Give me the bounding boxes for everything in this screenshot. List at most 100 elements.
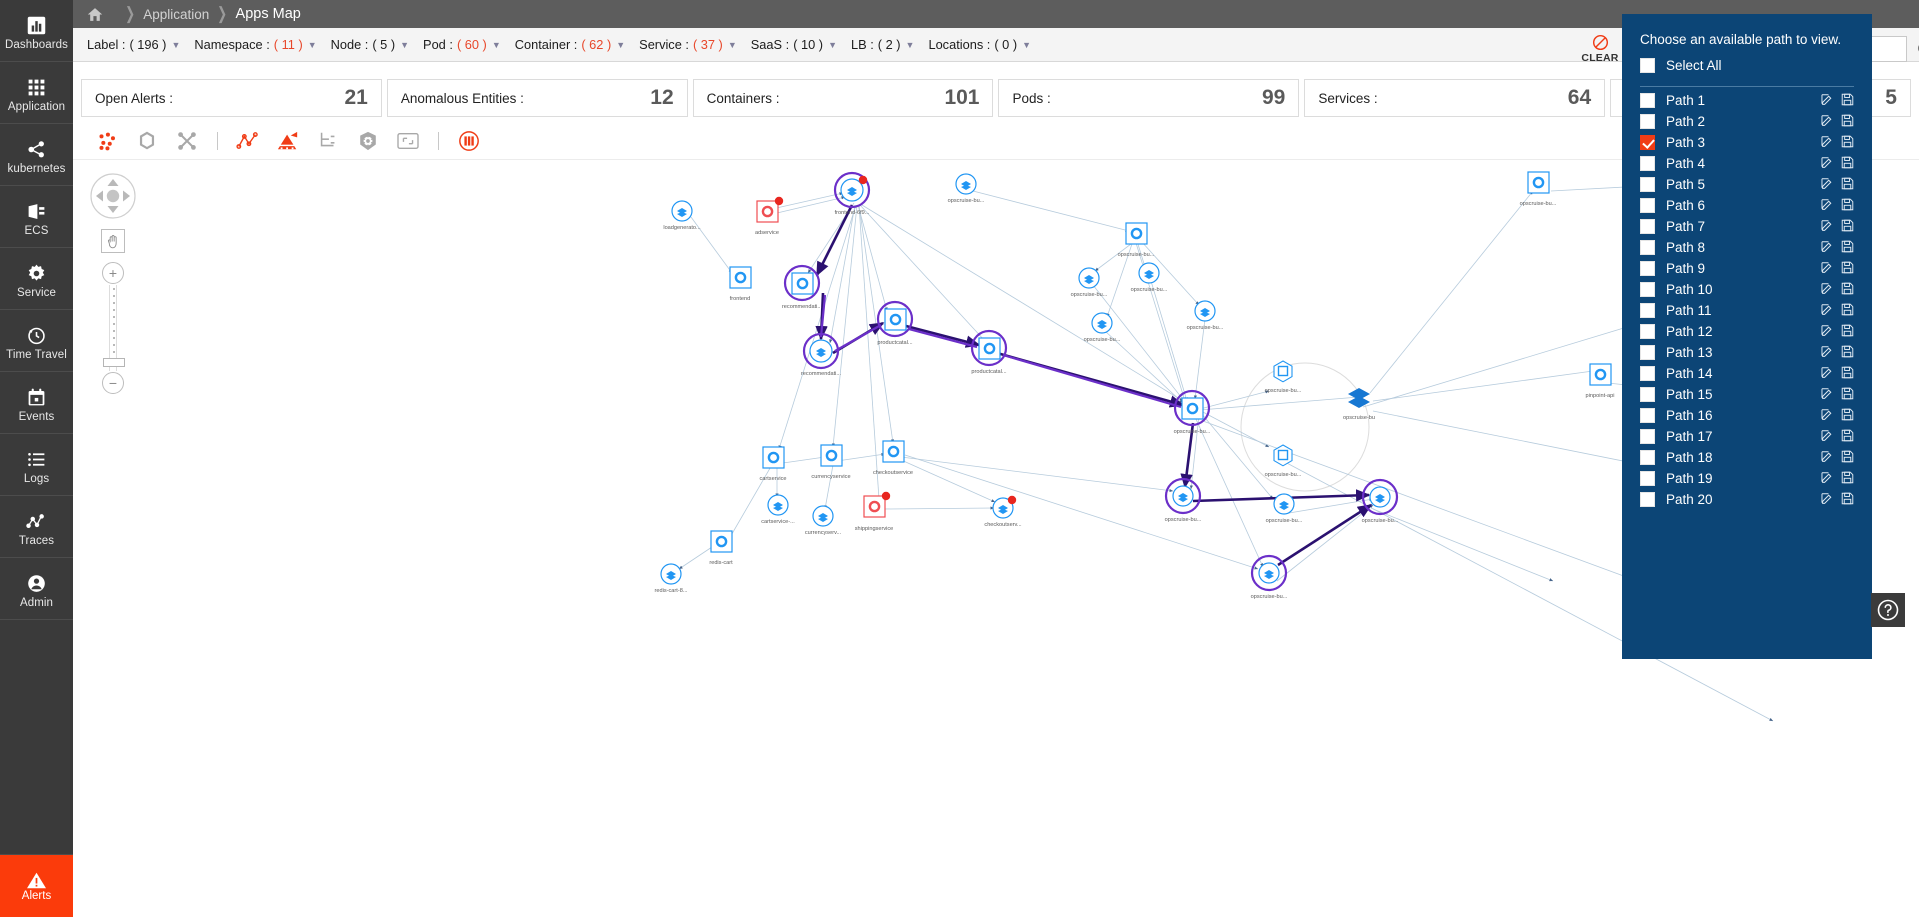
- floppy-disk-icon[interactable]: [1841, 282, 1854, 298]
- path-row[interactable]: Path 12: [1640, 321, 1854, 342]
- path-checkbox[interactable]: [1640, 324, 1655, 339]
- floppy-disk-icon[interactable]: [1841, 408, 1854, 424]
- sidebar-item-logs[interactable]: Logs: [0, 434, 73, 496]
- graph-node-shippingservice[interactable]: shippingservice: [855, 491, 894, 532]
- sidebar-item-time-travel[interactable]: Time Travel: [0, 310, 73, 372]
- graph-node-opscruise-pod-1[interactable]: opscruise-bu...: [948, 173, 985, 204]
- graph-node-opscruise-svc-right[interactable]: opscruise-bu...: [1520, 171, 1557, 207]
- path-row[interactable]: Path 13: [1640, 342, 1854, 363]
- floppy-disk-icon[interactable]: [1841, 387, 1854, 403]
- filter-namespace[interactable]: Namespace : ( 11 ) ▼: [194, 37, 316, 52]
- path-checkbox[interactable]: [1640, 177, 1655, 192]
- floppy-disk-icon[interactable]: [1841, 261, 1854, 277]
- kubernetes-icon[interactable]: [348, 126, 388, 156]
- floppy-disk-icon[interactable]: [1841, 366, 1854, 382]
- path-checkbox[interactable]: [1640, 261, 1655, 276]
- floppy-disk-icon[interactable]: [1841, 93, 1854, 109]
- breadcrumb-application[interactable]: Application: [143, 7, 209, 22]
- floppy-disk-icon[interactable]: [1841, 219, 1854, 235]
- path-row[interactable]: Path 6: [1640, 195, 1854, 216]
- stat-anomalous-entities[interactable]: Anomalous Entities : 12: [386, 79, 688, 117]
- edit-pencil-icon[interactable]: [1821, 93, 1834, 109]
- edit-pencil-icon[interactable]: [1821, 387, 1834, 403]
- path-row[interactable]: Path 2: [1640, 111, 1854, 132]
- edit-pencil-icon[interactable]: [1821, 282, 1834, 298]
- path-checkbox[interactable]: [1640, 93, 1655, 108]
- edit-pencil-icon[interactable]: [1821, 219, 1834, 235]
- floppy-disk-icon[interactable]: [1841, 198, 1854, 214]
- stat-containers[interactable]: Containers : 101: [692, 79, 994, 117]
- path-checkbox[interactable]: [1640, 471, 1655, 486]
- graph-node-opscruise-pod-5[interactable]: opscruise-bu...: [1187, 300, 1224, 331]
- stat-services[interactable]: Services : 64: [1304, 79, 1606, 117]
- zoom-in-button[interactable]: +: [102, 262, 124, 284]
- edit-pencil-icon[interactable]: [1821, 408, 1834, 424]
- sidebar-item-traces[interactable]: Traces: [0, 496, 73, 558]
- graph-node-opscruise-pod-9[interactable]: opscruise-bu...: [1251, 554, 1288, 600]
- cross-nodes-icon[interactable]: [167, 126, 207, 156]
- path-row[interactable]: Path 7: [1640, 216, 1854, 237]
- path-row[interactable]: Path 17: [1640, 426, 1854, 447]
- path-checkbox[interactable]: [1640, 450, 1655, 465]
- edit-pencil-icon[interactable]: [1821, 177, 1834, 193]
- filter-pod[interactable]: Pod : ( 60 ) ▼: [423, 37, 501, 52]
- trace-line-icon[interactable]: [228, 126, 268, 156]
- sidebar-item-service[interactable]: Service: [0, 248, 73, 310]
- path-row[interactable]: Path 19: [1640, 468, 1854, 489]
- edit-pencil-icon[interactable]: [1821, 471, 1834, 487]
- floppy-disk-icon[interactable]: [1841, 429, 1854, 445]
- sidebar-item-ecs[interactable]: ECS: [0, 186, 73, 248]
- path-checkbox[interactable]: [1640, 219, 1655, 234]
- graph-node-recommendation-pod[interactable]: recommendati...: [801, 332, 842, 377]
- sidebar-item-dashboards[interactable]: Dashboards: [0, 0, 73, 62]
- path-row[interactable]: Path 16: [1640, 405, 1854, 426]
- edit-pencil-icon[interactable]: [1821, 261, 1834, 277]
- floppy-disk-icon[interactable]: [1841, 471, 1854, 487]
- floppy-disk-icon[interactable]: [1841, 156, 1854, 172]
- edit-pencil-icon[interactable]: [1821, 429, 1834, 445]
- path-row[interactable]: Path 5: [1640, 174, 1854, 195]
- path-row[interactable]: Path 8: [1640, 237, 1854, 258]
- graph-node-currencyservice[interactable]: currencyservice: [811, 444, 851, 480]
- graph-node-opscruise-saas-2[interactable]: opscruise-bu...: [1265, 444, 1302, 478]
- zoom-handle[interactable]: [103, 358, 125, 367]
- help-button[interactable]: [1871, 593, 1905, 627]
- floppy-disk-icon[interactable]: [1841, 345, 1854, 361]
- home-icon[interactable]: [87, 7, 103, 22]
- graph-node-cartservice[interactable]: cartservice: [759, 446, 787, 482]
- hexagon-nodes-icon[interactable]: [127, 126, 167, 156]
- floppy-disk-icon[interactable]: [1841, 324, 1854, 340]
- graph-node-opscruise-pod-8[interactable]: opscruise-bu...: [1362, 478, 1399, 524]
- hand-pan-icon[interactable]: [101, 229, 125, 253]
- path-checkbox[interactable]: [1640, 156, 1655, 171]
- graph-node-frontend[interactable]: frontend: [729, 266, 752, 302]
- edit-pencil-icon[interactable]: [1821, 492, 1834, 508]
- graph-node-loadgenerator[interactable]: loadgenerato...: [663, 200, 701, 231]
- floppy-disk-icon[interactable]: [1841, 114, 1854, 130]
- floppy-disk-icon[interactable]: [1841, 135, 1854, 151]
- floppy-disk-icon[interactable]: [1841, 492, 1854, 508]
- graph-node-frontend-pod[interactable]: frontend-6f9...: [833, 171, 871, 216]
- stat-pods[interactable]: Pods : 99: [998, 79, 1300, 117]
- edit-pencil-icon[interactable]: [1821, 114, 1834, 130]
- graph-node-opscruise-pod-2[interactable]: opscruise-bu...: [1071, 267, 1108, 298]
- select-all-row[interactable]: Select All: [1640, 58, 1854, 73]
- floppy-disk-icon[interactable]: [1841, 303, 1854, 319]
- path-checkbox[interactable]: [1640, 303, 1655, 318]
- fit-screen-icon[interactable]: [388, 126, 428, 156]
- filter-service[interactable]: Service : ( 37 ) ▼: [639, 37, 737, 52]
- graph-node-checkoutservice[interactable]: checkoutservice: [873, 440, 913, 476]
- graph-node-recommendationservice[interactable]: recommendati...: [782, 264, 823, 310]
- stat-open-alerts[interactable]: Open Alerts : 21: [81, 79, 382, 117]
- zoom-out-button[interactable]: −: [102, 372, 124, 394]
- filter-label[interactable]: Label : ( 196 ) ▼: [87, 37, 180, 52]
- edit-pencil-icon[interactable]: [1821, 303, 1834, 319]
- path-row[interactable]: Path 3: [1640, 132, 1854, 153]
- graph-node-redis-cart-pod[interactable]: redis-cart-8...: [655, 563, 688, 594]
- sidebar-item-application[interactable]: Application: [0, 62, 73, 124]
- zoom-slider[interactable]: + −: [102, 262, 125, 394]
- bar-trend-icon[interactable]: [268, 126, 308, 156]
- floppy-disk-icon[interactable]: [1841, 177, 1854, 193]
- graph-node-currencyservice-pod[interactable]: currencyserv...: [805, 505, 842, 536]
- sidebar-item-kubernetes[interactable]: kubernetes: [0, 124, 73, 186]
